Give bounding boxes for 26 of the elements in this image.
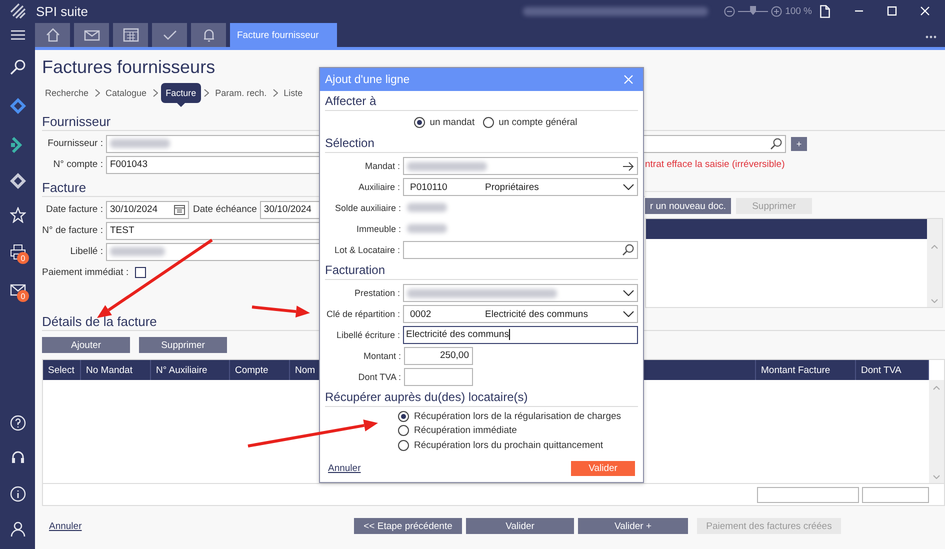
count-badge: 0 (17, 290, 29, 302)
field-label: Paiement immédiat : (42, 267, 129, 278)
page-title: Factures fournisseurs (42, 56, 216, 78)
field-label: Prestation : (353, 288, 400, 298)
field-label: Lot & Locataire : (333, 244, 400, 255)
warning-text: ntrat efface la saisie (irréversible) (645, 158, 786, 172)
app-title: SPI suite (36, 4, 88, 18)
field-label: N° compte : (52, 159, 103, 170)
section-heading: Affecter à (325, 93, 638, 111)
field-label: Libellé écriture : (335, 330, 400, 340)
field-label: Libellé : (69, 246, 103, 257)
section-heading: Facturation (325, 262, 638, 280)
zoom-level: 100 % (785, 6, 812, 16)
section-heading: Récupérer auprès du(des) locataire(s) (325, 388, 638, 407)
dialog-title: Ajout d'une ligne (325, 74, 410, 86)
section-heading: Sélection (325, 135, 638, 153)
field-label: Montant : (362, 350, 401, 361)
field-label: Mandat : (364, 161, 400, 172)
count-badge: 0 (17, 252, 29, 264)
field-label: Auxiliaire : (357, 182, 400, 192)
field-label: Immeuble : (355, 224, 401, 234)
field-label: Dont TVA : (357, 372, 401, 382)
field-label: Date facture : (44, 204, 103, 215)
field-label: N° de facture : (42, 225, 103, 236)
field-label: Fournisseur : (46, 138, 103, 149)
field-label: Date échéance (193, 204, 257, 215)
